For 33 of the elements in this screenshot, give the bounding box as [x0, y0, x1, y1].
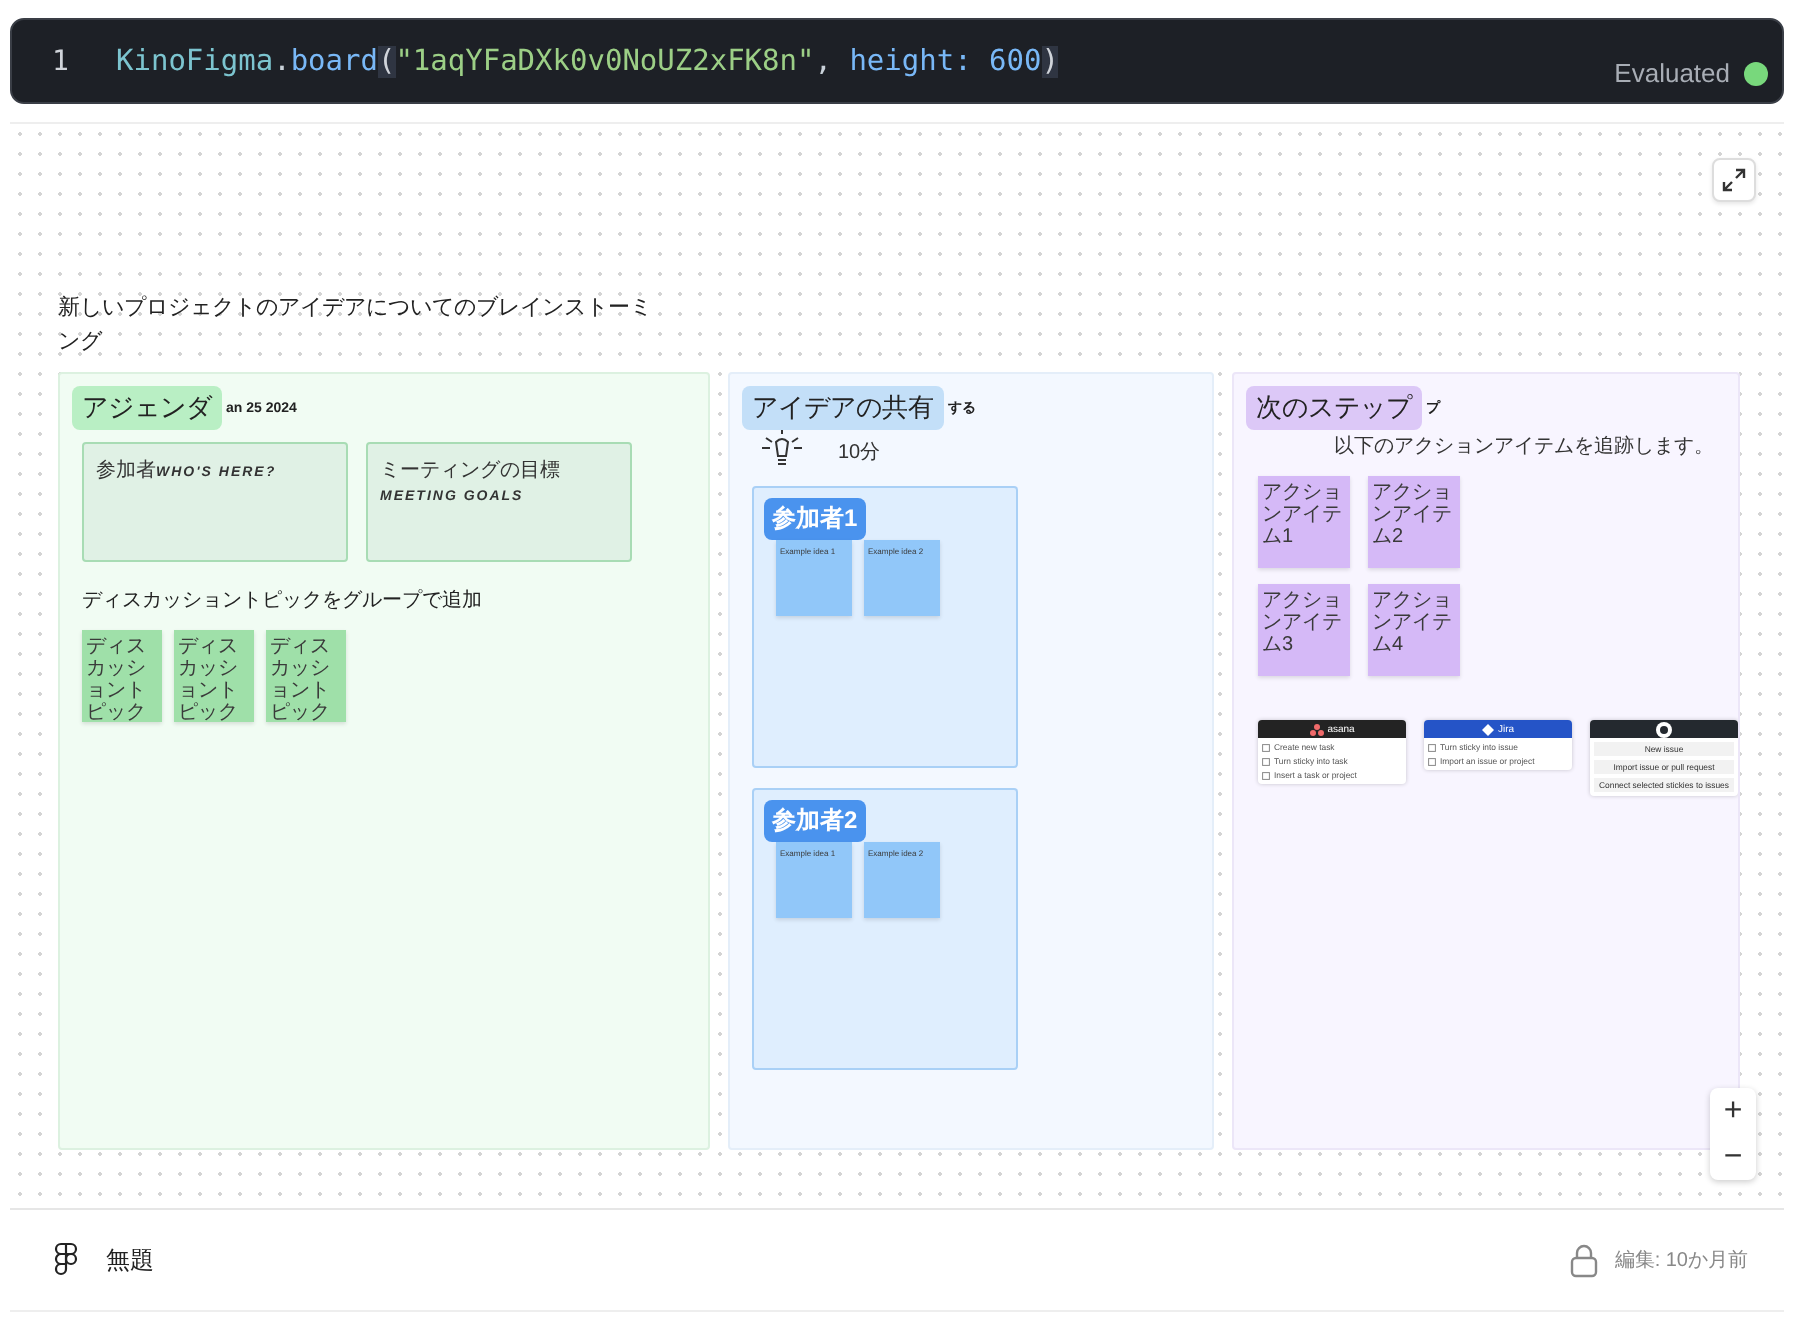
- expand-icon: [1722, 168, 1746, 192]
- section-tag: 次のステップ: [1246, 386, 1422, 430]
- sticky-note: アクションアイテム4: [1368, 584, 1460, 676]
- sticky-note: アクションアイテム1: [1258, 476, 1350, 568]
- participant-tag: 参加者2: [764, 800, 866, 842]
- checkbox-icon: [1262, 771, 1270, 779]
- sticky-note: ディスカッショントピック: [82, 630, 162, 722]
- file-name: 無題: [106, 1243, 154, 1277]
- lock-icon: [1570, 1243, 1599, 1277]
- checkbox-icon: [1262, 743, 1270, 751]
- duration-label: 10分: [838, 440, 881, 466]
- section-tag: アイデアの共有: [742, 386, 944, 430]
- topics-label: ディスカッショントピックをグループで追加: [82, 587, 484, 614]
- section-subtitle: 以下のアクションアイテムを追跡します。: [1334, 433, 1716, 460]
- sticky-note: ディスカッショントピック: [174, 630, 254, 722]
- sticky-note: アクションアイテム3: [1258, 584, 1350, 676]
- checkbox-icon: [1428, 757, 1436, 765]
- sticky-note: ディスカッショントピック: [266, 630, 346, 722]
- board-title: 新しいプロジェクトのアイデアについてのブレインストーミング: [58, 293, 654, 358]
- zoom-out-button[interactable]: −: [1710, 1134, 1756, 1180]
- checkbox-icon: [1428, 743, 1436, 751]
- dots-icon: [1309, 723, 1324, 735]
- status-label: Evaluated: [1614, 58, 1730, 88]
- line-number: 1: [52, 45, 71, 77]
- sticky-note: アクションアイテム2: [1368, 476, 1460, 568]
- code-line[interactable]: KinoFigma.board("1aqYFaDXk0v0NoUZ2xFK8n", height: 600): [116, 45, 1059, 77]
- edited-label: 編集: 10か月前: [1614, 1248, 1748, 1274]
- participant-tag: 参加者1: [764, 498, 866, 540]
- expand-button[interactable]: [1712, 158, 1756, 202]
- section-tag: アジェンダ: [72, 386, 222, 430]
- zoom-in-button[interactable]: +: [1710, 1088, 1756, 1134]
- figma-icon: [54, 1242, 78, 1278]
- checkbox-icon: [1262, 757, 1270, 765]
